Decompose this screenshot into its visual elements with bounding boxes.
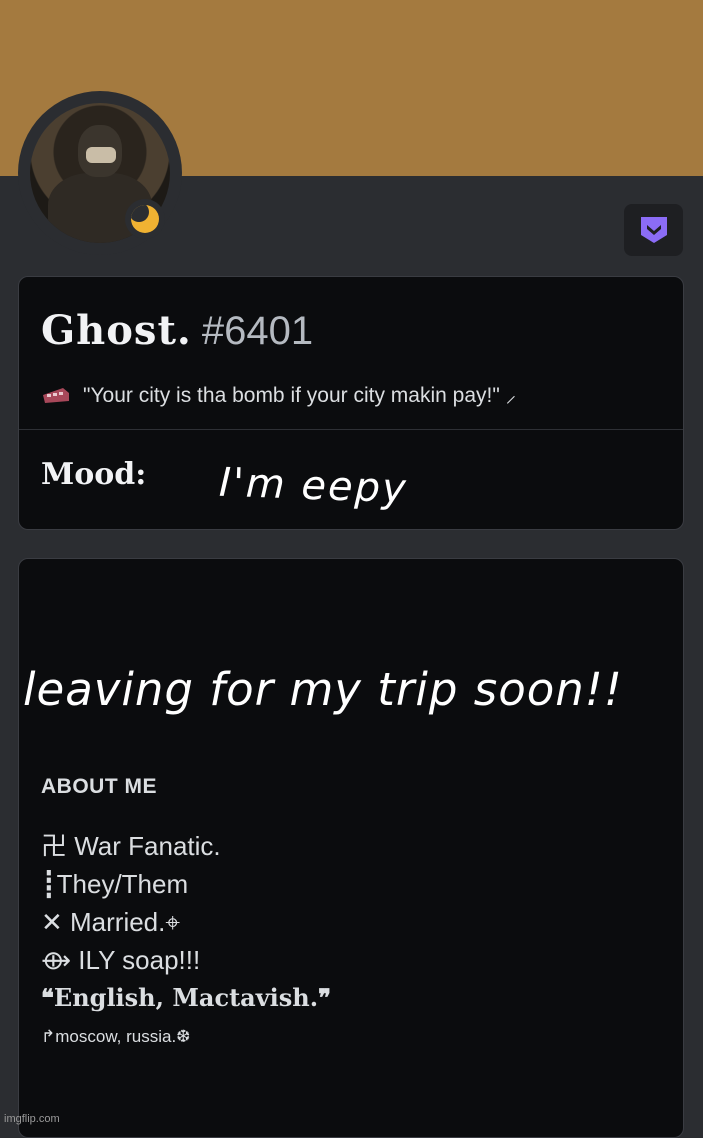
about-me-heading: ABOUT ME (41, 775, 157, 798)
nitro-badge-icon[interactable] (624, 204, 683, 256)
mood-text: I'm eepy (218, 459, 409, 513)
watermark: imgflip.com (4, 1113, 60, 1125)
mood-label: Mood: (41, 457, 147, 492)
about-line: ┋They/Them (41, 869, 189, 899)
about-card: leaving for my trip soon!! ABOUT ME 卍 Wa… (18, 558, 684, 1138)
divider (19, 429, 683, 430)
custom-status-text: "Your city is tha bomb if your city maki… (83, 384, 517, 407)
custom-status: "Your city is tha bomb if your city maki… (41, 381, 516, 409)
train-icon (41, 385, 71, 405)
username-line: Ghost. #6401 (41, 307, 313, 355)
overlay-caption: leaving for my trip soon!! (23, 663, 623, 716)
about-line: ❝English, Mactavish.❞ (41, 983, 332, 1012)
avatar-mask (86, 147, 116, 163)
username[interactable]: Ghost. (41, 307, 192, 354)
about-me-text: 卍 War Fanatic. ┋They/Them ✕ Married.⌖ ⟴ … (41, 827, 331, 1057)
nitro-badge-glyph (640, 217, 667, 243)
user-info-card: Ghost. #6401 "Your city is tha bomb if yo… (18, 276, 684, 530)
about-line: ↱moscow, russia.❆ (41, 1027, 191, 1046)
about-line: 卍 War Fanatic. (41, 831, 221, 861)
about-line: ⟴ ILY soap!!! (41, 945, 201, 975)
discriminator: #6401 (201, 309, 314, 353)
moon-icon (131, 205, 159, 233)
about-line: ✕ Married.⌖ (41, 907, 181, 937)
